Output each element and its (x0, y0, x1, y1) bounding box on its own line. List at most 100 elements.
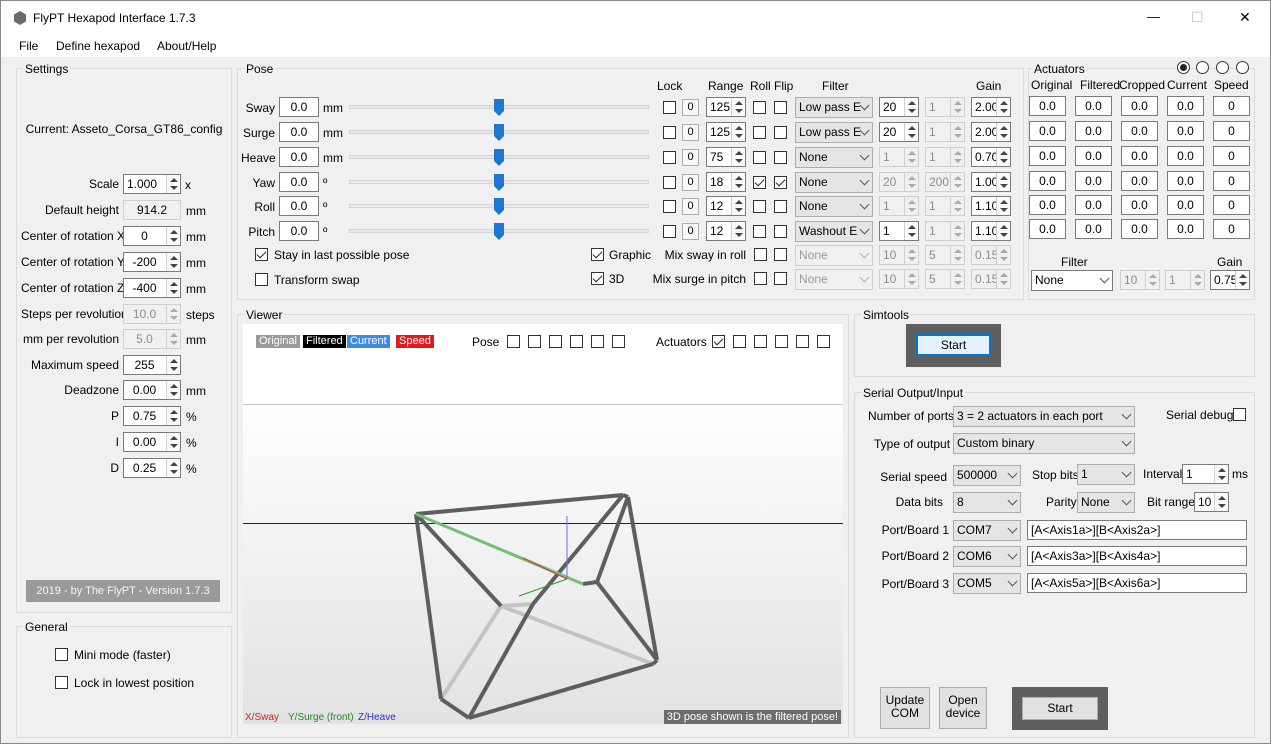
heave-roll-checkbox[interactable] (753, 151, 766, 164)
yaw-lock-value[interactable]: 0 (682, 174, 699, 191)
minimize-icon[interactable]: — (1147, 9, 1160, 24)
roll-flip-checkbox[interactable] (774, 200, 787, 213)
heave-lock-checkbox[interactable] (663, 151, 676, 164)
yaw-roll-checkbox[interactable] (753, 176, 766, 189)
mix-surge-flip-checkbox[interactable] (774, 272, 787, 285)
viewer-pose-cb-1[interactable] (507, 335, 520, 348)
cor-x-spinner[interactable]: 0 (123, 226, 181, 246)
viewer-pose-cb-6[interactable] (612, 335, 625, 348)
yaw-gain-spinner[interactable]: 1.00 (971, 172, 1011, 192)
yaw-flip-checkbox[interactable] (774, 176, 787, 189)
sway-value-field[interactable]: 0.0 (279, 97, 319, 117)
viewer-pose-cb-4[interactable] (570, 335, 583, 348)
interval-spinner[interactable]: 1 (1182, 464, 1229, 484)
stop-select[interactable]: 1 (1077, 464, 1135, 485)
sway-range-spinner[interactable]: 125 (706, 97, 746, 117)
mix-surge-roll-checkbox[interactable] (754, 272, 767, 285)
menu-file[interactable]: File (19, 39, 38, 53)
actuators-filter-select[interactable]: None (1031, 270, 1113, 291)
viewer-pose-cb-2[interactable] (528, 335, 541, 348)
viewer-act-cb-3[interactable] (754, 335, 767, 348)
pitch-slider-thumb[interactable] (494, 223, 504, 240)
cor-y-spinner[interactable]: -200 (123, 252, 181, 272)
sway-filter-param1[interactable]: 20 (879, 97, 919, 117)
board2-output-field[interactable]: [A<Axis3a>][B<Axis4a>] (1027, 546, 1247, 566)
viewer-act-cb-1[interactable] (712, 335, 725, 348)
roll-value-field[interactable]: 0.0 (279, 196, 319, 216)
lock-lowest-checkbox[interactable] (55, 676, 68, 689)
actuators-gain-spinner[interactable]: 0.75 (1210, 270, 1250, 290)
viewer-act-cb-4[interactable] (775, 335, 788, 348)
pitch-filter-select[interactable]: Washout E (795, 221, 873, 242)
surge-lock-value[interactable]: 0 (682, 124, 699, 141)
board1-com-select[interactable]: COM7 (953, 520, 1021, 541)
board3-output-field[interactable]: [A<Axis5a>][B<Axis6a>] (1027, 573, 1247, 593)
viewer-act-cb-6[interactable] (817, 335, 830, 348)
serial-debug-checkbox[interactable] (1233, 408, 1246, 421)
heave-filter-select[interactable]: None (795, 147, 873, 168)
sway-flip-checkbox[interactable] (774, 101, 787, 114)
surge-gain-spinner[interactable]: 2.00 (971, 122, 1011, 142)
yaw-value-field[interactable]: 0.0 (279, 172, 319, 192)
heave-lock-value[interactable]: 0 (682, 149, 699, 166)
pitch-flip-checkbox[interactable] (774, 225, 787, 238)
roll-slider-thumb[interactable] (494, 198, 504, 215)
sway-slider-thumb[interactable] (494, 99, 504, 116)
sway-gain-spinner[interactable]: 2.00 (971, 97, 1011, 117)
d-spinner[interactable]: 0.25 (123, 458, 181, 478)
sway-lock-value[interactable]: 0 (682, 99, 699, 116)
board1-output-field[interactable]: [A<Axis1a>][B<Axis2a>] (1027, 520, 1247, 540)
sway-lock-checkbox[interactable] (663, 101, 676, 114)
sway-roll-checkbox[interactable] (753, 101, 766, 114)
heave-range-spinner[interactable]: 75 (706, 147, 746, 167)
board2-com-select[interactable]: COM6 (953, 546, 1021, 567)
surge-lock-checkbox[interactable] (663, 126, 676, 139)
surge-range-spinner[interactable]: 125 (706, 122, 746, 142)
i-spinner[interactable]: 0.00 (123, 432, 181, 452)
speed-select[interactable]: 500000 (953, 465, 1021, 486)
bitrange-spinner[interactable]: 10 (1194, 492, 1229, 512)
p-spinner[interactable]: 0.75 (123, 406, 181, 426)
pitch-gain-spinner[interactable]: 1.10 (971, 221, 1011, 241)
heave-flip-checkbox[interactable] (774, 151, 787, 164)
parity-select[interactable]: None (1077, 492, 1135, 513)
scale-spinner[interactable]: 1.000 (123, 174, 181, 194)
update-com-button[interactable]: Update COM (880, 687, 930, 729)
surge-filter-select[interactable]: Low pass E (795, 122, 873, 143)
actuators-radio-4[interactable] (1236, 61, 1249, 74)
yaw-filter-select[interactable]: None (795, 172, 873, 193)
3d-checkbox[interactable] (591, 272, 604, 285)
roll-gain-spinner[interactable]: 1.10 (971, 196, 1011, 216)
mix-sway-flip-checkbox[interactable] (774, 248, 787, 261)
pitch-lock-checkbox[interactable] (663, 225, 676, 238)
close-icon[interactable]: ✕ (1239, 9, 1251, 26)
serial-start-button[interactable]: Start (1022, 697, 1098, 720)
mix-sway-roll-checkbox[interactable] (754, 248, 767, 261)
mini-mode-checkbox[interactable] (55, 648, 68, 661)
viewer-act-cb-2[interactable] (733, 335, 746, 348)
surge-filter-param1[interactable]: 20 (879, 122, 919, 142)
viewer-canvas[interactable]: Original Filtered Current Speed Pose Act… (243, 324, 843, 724)
deadzone-spinner[interactable]: 0.00 (123, 380, 181, 400)
board3-com-select[interactable]: COM5 (953, 573, 1021, 594)
surge-roll-checkbox[interactable] (753, 126, 766, 139)
yaw-lock-checkbox[interactable] (663, 176, 676, 189)
max-speed-spinner[interactable]: 255 (123, 355, 181, 375)
roll-lock-checkbox[interactable] (663, 200, 676, 213)
menu-about-help[interactable]: About/Help (157, 39, 216, 53)
pitch-lock-value[interactable]: 0 (682, 223, 699, 240)
viewer-act-cb-5[interactable] (796, 335, 809, 348)
pitch-range-spinner[interactable]: 12 (706, 221, 746, 241)
ports-select[interactable]: 3 = 2 actuators in each port (953, 406, 1135, 427)
roll-lock-value[interactable]: 0 (682, 198, 699, 215)
cor-z-spinner[interactable]: -400 (123, 278, 181, 298)
pitch-roll-checkbox[interactable] (753, 225, 766, 238)
pitch-value-field[interactable]: 0.0 (279, 221, 319, 241)
surge-slider-thumb[interactable] (494, 124, 504, 141)
type-select[interactable]: Custom binary (953, 433, 1135, 454)
surge-value-field[interactable]: 0.0 (279, 122, 319, 142)
heave-slider-thumb[interactable] (494, 149, 504, 166)
viewer-pose-cb-5[interactable] (591, 335, 604, 348)
yaw-slider-thumb[interactable] (494, 174, 504, 191)
viewer-pose-cb-3[interactable] (549, 335, 562, 348)
